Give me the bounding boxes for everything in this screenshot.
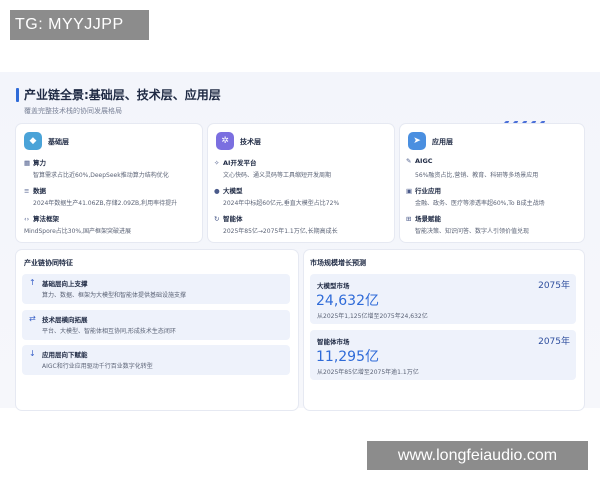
metric-value: 11,295亿 [316,349,379,365]
metric-note: 从2025年1,125亿增至2075年24,632亿 [317,313,428,320]
grid-icon: ⊞ [406,215,412,223]
chip-icon: ▦ [24,159,31,167]
synergy-row-title: 基础层向上支撑 [42,280,88,288]
database-icon: ≡ [24,187,30,195]
metric-year: 2075年 [538,281,570,291]
page-subtitle: 覆盖完整技术栈的协同发展格局 [24,107,122,115]
synergy-row-desc: 算力、数据、框架为大模型和智能体提供基础设施支撑 [42,292,187,299]
synergy-row: ↓ 应用层向下赋能 AIGC和行业应用驱动千行百业数字化转型 [22,345,290,375]
layer-title: 应用层 [432,138,453,146]
synergy-title: 产业链协同特征 [24,259,73,267]
watermark-url: www.longfeiaudio.com [367,441,588,470]
layer-card-foundation: ◆ 基础层 ▦ 算力 智算需求占比近60%,DeepSeek推动算力结构优化 ≡ 数… [16,124,202,242]
layer-title: 基础层 [48,138,69,146]
layer-card-technology: ✲ 技术层 ✧ AI开发平台 文心快码、通义灵码等工具缩短开发周期 ● 大模型 20… [208,124,394,242]
cycle-icon: ↻ [214,215,220,223]
synergy-row-title: 技术层横向拓展 [42,316,88,324]
watermark-label: TG: MYYJJPP [10,10,149,40]
layer-item-desc: 金融、政务、医疗等渗透率超60%,To B成主战场 [415,200,545,207]
market-title: 市场规模增长预测 [310,259,366,267]
market-metric: 大模型市场 2075年 24,632亿 从2025年1,125亿增至2075年2… [310,274,576,324]
layer-item-head: ‹› 算法框架 [24,215,59,223]
send-icon: ➤ [408,132,426,150]
metric-year: 2075年 [538,337,570,347]
synergy-row-desc: AIGC和行业应用驱动千行百业数字化转型 [42,363,153,370]
arrow-up-icon: ↑ [29,278,36,287]
synergy-row-title: 应用层向下赋能 [42,351,88,359]
layer-item-head: ⊞ 场景赋能 [406,215,441,223]
layer-card-application: ➤ 应用层 ✎ AIGC 56%融资占比,营销、教育、科研等多场景应用 ▣ 行业应用… [400,124,584,242]
title-accent-bar [16,88,19,102]
code-icon: ‹› [24,215,30,223]
layer-item-desc: 2024年数据生产41.06ZB,存储2.09ZB,利用率待提升 [33,200,178,207]
brain-icon: ● [214,187,220,195]
layer-item-head: ▣ 行业应用 [406,187,441,195]
market-metric: 智能体市场 2075年 11,295亿 从2025年85亿增至2075年逾1.1… [310,330,576,380]
arrow-down-icon: ↓ [29,349,36,358]
sparkle-icon: ✧ [214,159,220,167]
layer-item-desc: 2024年中标超60亿元,垂直大模型占比72% [223,200,340,207]
layer-item-head: ≡ 数据 [24,187,46,195]
layer-item-desc: 智算需求占比近60%,DeepSeek推动算力结构优化 [33,172,169,179]
layer-item-head: ▦ 算力 [24,159,46,167]
cube-icon: ◆ [24,132,42,150]
layer-item-head: ✧ AI开发平台 [214,159,257,167]
layer-item-desc: 56%融资占比,营销、教育、科研等多场景应用 [415,172,539,179]
layer-item-desc: 文心快码、通义灵码等工具缩短开发周期 [223,172,332,179]
metric-name: 大模型市场 [317,282,350,290]
synergy-row: ↑ 基础层向上支撑 算力、数据、框架为大模型和智能体提供基础设施支撑 [22,274,290,304]
synergy-row-desc: 平台、大模型、智能体相互协同,形成技术生态闭环 [42,328,176,335]
layer-item-head: ↻ 智能体 [214,215,243,223]
metric-value: 24,632亿 [316,293,379,309]
layer-item-desc: 智能决策、知识问答、数字人引领价值兑现 [415,228,530,235]
pen-icon: ✎ [406,157,412,165]
metric-name: 智能体市场 [317,338,350,346]
screenshot-root: 产业链全景:基础层、技术层、应用层 覆盖完整技术栈的协同发展格局 ◆ 基础层 ▦… [0,0,600,480]
metric-note: 从2025年85亿增至2075年逾1.1万亿 [317,369,419,376]
briefcase-icon: ▣ [406,187,413,195]
synergy-row: ⇄ 技术层横向拓展 平台、大模型、智能体相互协同,形成技术生态闭环 [22,310,290,340]
layer-item-desc: 2025年85亿→2075年1.1万亿,长期高成长 [223,228,338,235]
gears-icon: ✲ [216,132,234,150]
layer-title: 技术层 [240,138,261,146]
layer-item-head: ● 大模型 [214,187,243,195]
page-title: 产业链全景:基础层、技术层、应用层 [24,88,221,102]
arrows-horizontal-icon: ⇄ [29,314,36,323]
layer-item-desc: MindSpore占比30%,国产框架突破进展 [24,228,132,235]
layer-item-head: ✎ AIGC [406,157,433,165]
